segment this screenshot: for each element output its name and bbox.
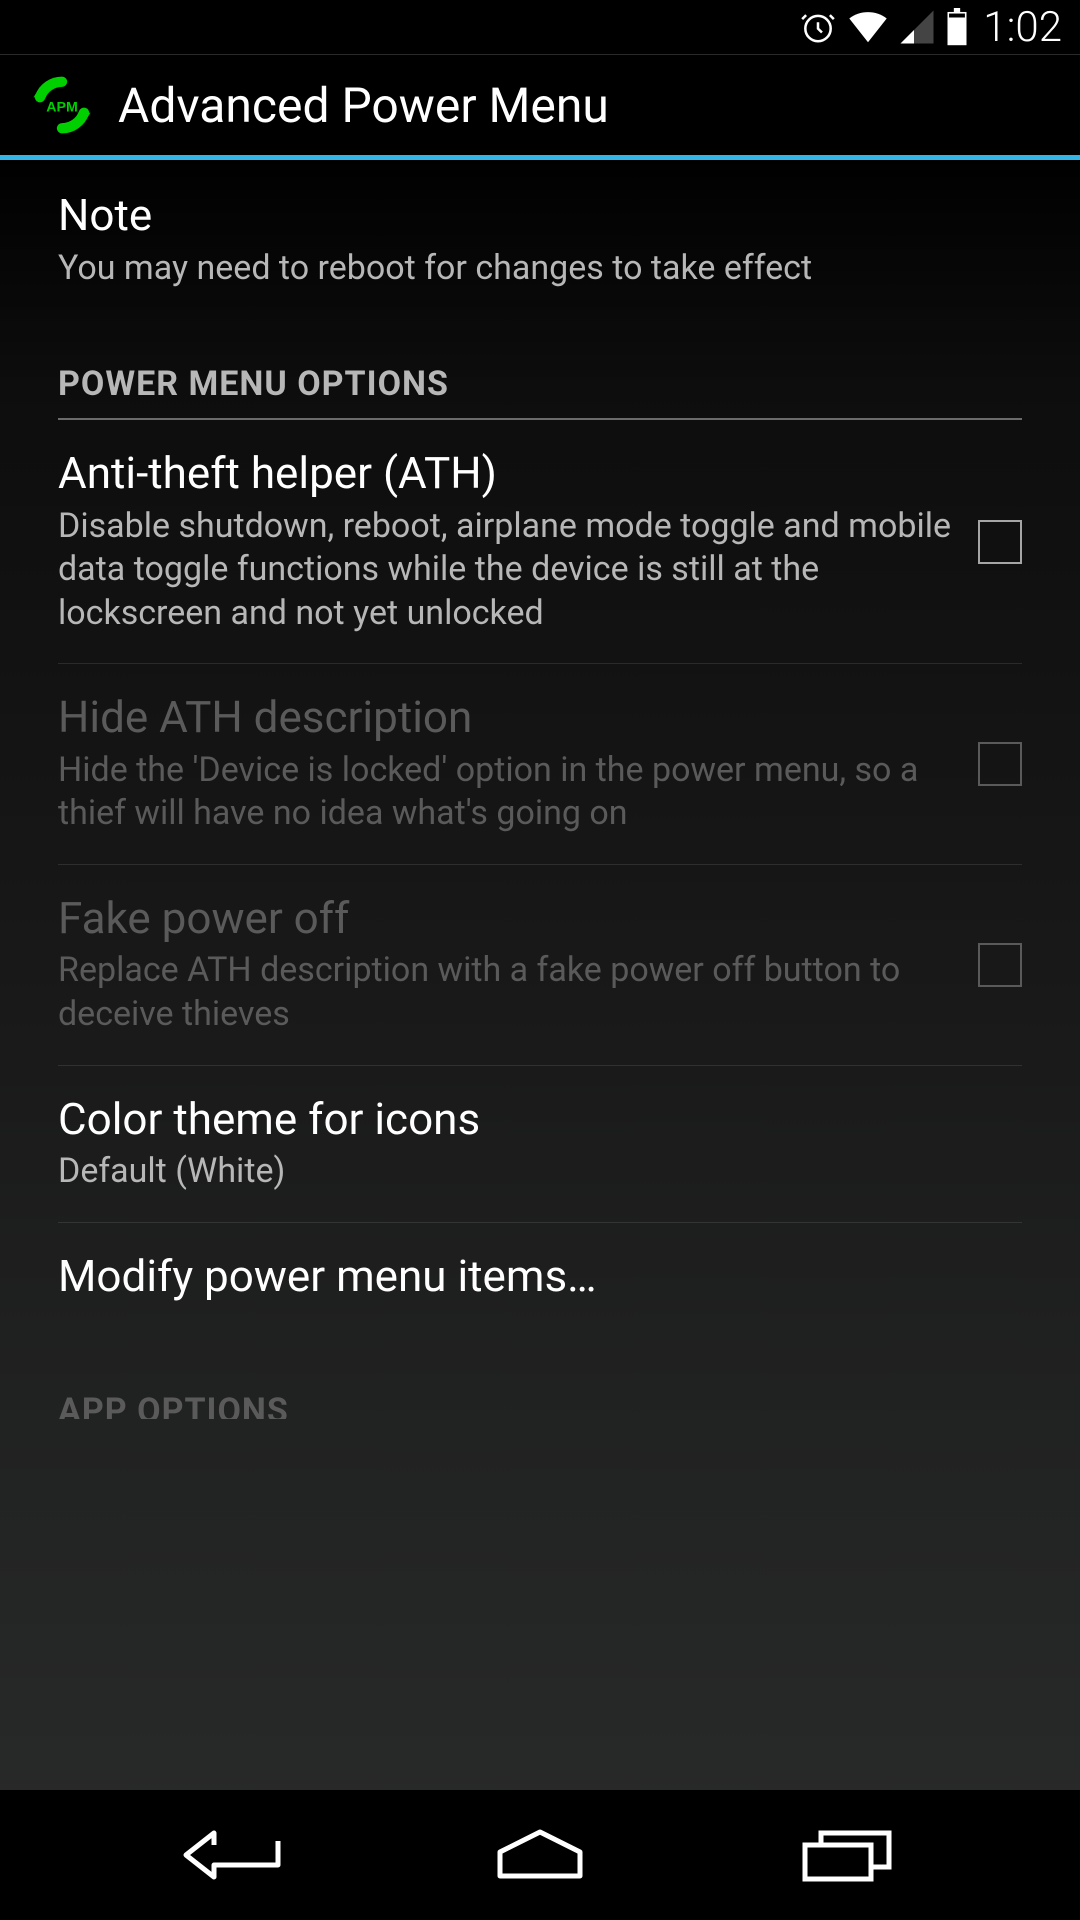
wifi-icon: [847, 10, 889, 44]
pref-title: Color theme for icons: [58, 1094, 1022, 1145]
pref-title: Anti-theft helper (ATH): [58, 448, 958, 499]
pref-modify-items[interactable]: Modify power menu items…: [58, 1223, 1022, 1330]
pref-summary: Hide the 'Device is locked' option in th…: [58, 749, 958, 836]
checkbox-ath[interactable]: [978, 520, 1022, 564]
pref-summary: Default (White): [58, 1150, 1022, 1194]
pref-fake-power-off: Fake power off Replace ATH description w…: [58, 865, 1022, 1066]
pref-title: Hide ATH description: [58, 692, 958, 743]
pref-text: Anti-theft helper (ATH) Disable shutdown…: [58, 448, 958, 635]
battery-icon: [945, 8, 969, 46]
alarm-icon: [799, 8, 837, 46]
pref-color-theme[interactable]: Color theme for icons Default (White): [58, 1066, 1022, 1223]
pref-title: Fake power off: [58, 893, 958, 944]
app-icon: APM: [30, 73, 94, 137]
note-title: Note: [58, 190, 1022, 241]
status-bar: 1:02: [0, 0, 1080, 54]
pref-text: Fake power off Replace ATH description w…: [58, 893, 958, 1037]
pref-hide-ath-description: Hide ATH description Hide the 'Device is…: [58, 664, 1022, 865]
settings-list[interactable]: Note You may need to reboot for changes …: [0, 160, 1080, 1790]
pref-summary: Replace ATH description with a fake powe…: [58, 949, 958, 1036]
app-title: Advanced Power Menu: [118, 77, 609, 134]
status-clock: 1:02: [983, 3, 1062, 52]
navigation-bar: [0, 1790, 1080, 1920]
section-power-menu-options: POWER MENU OPTIONS: [58, 318, 1022, 420]
pref-anti-theft-helper[interactable]: Anti-theft helper (ATH) Disable shutdown…: [58, 420, 1022, 664]
action-bar: APM Advanced Power Menu: [0, 55, 1080, 155]
cell-signal-icon: [899, 9, 935, 45]
pref-title: Modify power menu items…: [58, 1251, 1022, 1302]
pref-text: Color theme for icons Default (White): [58, 1094, 1022, 1194]
pref-summary: Disable shutdown, reboot, airplane mode …: [58, 505, 958, 636]
note-item[interactable]: Note You may need to reboot for changes …: [58, 160, 1022, 318]
recent-apps-button[interactable]: [757, 1815, 937, 1895]
section-app-options: APP OPTIONS: [58, 1329, 1022, 1419]
home-button[interactable]: [450, 1815, 630, 1895]
back-button[interactable]: [143, 1815, 323, 1895]
pref-text: Hide ATH description Hide the 'Device is…: [58, 692, 958, 836]
checkbox-hide-ath: [978, 742, 1022, 786]
pref-text: Modify power menu items…: [58, 1251, 1022, 1302]
note-summary: You may need to reboot for changes to ta…: [58, 247, 1022, 291]
screen: 1:02 APM Advanced Power Menu Note You ma…: [0, 0, 1080, 1920]
note-text: Note You may need to reboot for changes …: [58, 190, 1022, 290]
svg-text:APM: APM: [46, 99, 78, 115]
checkbox-fake-power-off: [978, 943, 1022, 987]
